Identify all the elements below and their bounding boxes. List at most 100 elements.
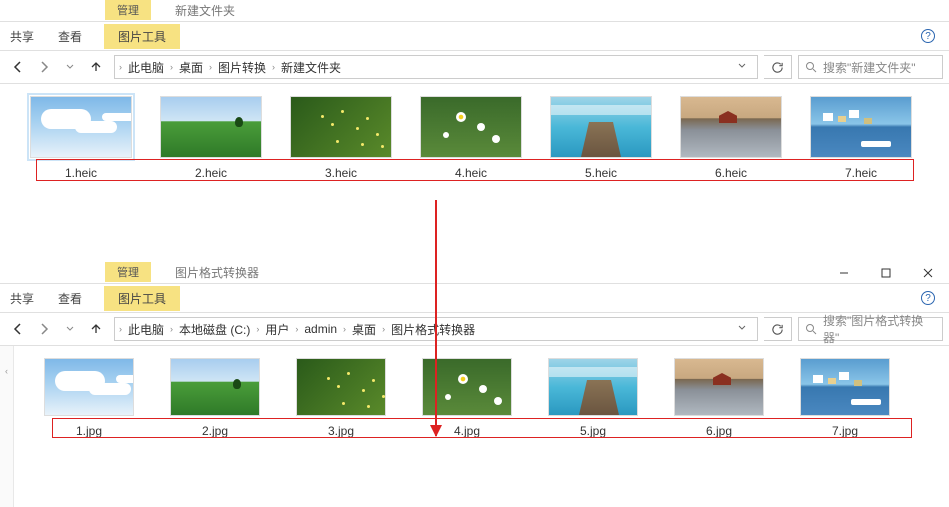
breadcrumb-segment[interactable]: 桌面 [175,57,207,78]
back-button[interactable] [6,317,30,341]
file-item[interactable]: 3.heic [290,96,392,180]
breadcrumb-segment[interactable]: 桌面 [348,319,380,340]
breadcrumb-segment[interactable]: 图片格式转换器 [387,319,479,340]
up-button[interactable] [84,55,108,79]
file-grid[interactable]: 1.heic 2.heic 3.heic 4.heic 5.heic 6.heic 7.he… [0,84,949,250]
file-item[interactable]: 2.jpg [170,358,260,438]
close-button[interactable] [907,262,949,284]
explorer-window-1: 管理 新建文件夹 共享 查看 图片工具 ? › 此电脑 › 桌面 › 图片转换 … [0,0,949,250]
file-name-label: 3.jpg [328,424,354,438]
chevron-right-icon[interactable]: › [209,62,212,72]
chevron-right-icon[interactable]: › [272,62,275,72]
thumbnail [160,96,262,158]
minimize-button[interactable] [823,262,865,284]
chevron-right-icon[interactable]: › [119,62,122,72]
breadcrumb-segment[interactable]: 用户 [261,319,293,340]
file-item[interactable]: 6.heic [680,96,782,180]
breadcrumb-segment[interactable]: 新建文件夹 [277,57,345,78]
file-name-label: 7.heic [845,166,877,180]
file-item[interactable]: 1.heic [30,96,132,180]
window-controls [823,262,949,284]
thumbnail [296,358,386,416]
chevron-right-icon[interactable]: › [170,324,173,334]
maximize-button[interactable] [865,262,907,284]
file-name-label: 2.jpg [202,424,228,438]
file-item[interactable]: 5.heic [550,96,652,180]
breadcrumb-bar[interactable]: › 此电脑 › 本地磁盘 (C:) › 用户 › admin › 桌面 › 图片… [114,317,758,341]
forward-button[interactable] [32,55,56,79]
chevron-right-icon[interactable]: › [382,324,385,334]
explorer-window-2: 管理 图片格式转换器 共享 查看 图片工具 ? › 此电脑 › 本地磁盘 (C:… [0,262,949,507]
file-name-label: 4.jpg [454,424,480,438]
title-bar: 管理 新建文件夹 [0,0,949,22]
title-bar: 管理 图片格式转换器 [0,262,949,284]
thumbnail [550,96,652,158]
file-item[interactable]: 1.jpg [44,358,134,438]
file-item[interactable]: 7.heic [810,96,912,180]
help-icon[interactable]: ? [921,291,935,305]
breadcrumb-bar[interactable]: › 此电脑 › 桌面 › 图片转换 › 新建文件夹 [114,55,758,79]
breadcrumb-segment[interactable]: admin [300,320,341,338]
file-name-label: 2.heic [195,166,227,180]
ribbon-tabs: 共享 查看 图片工具 ? [0,22,949,50]
search-placeholder: 搜索"图片格式转换器" [823,312,936,346]
file-name-label: 6.heic [715,166,747,180]
window-title: 图片格式转换器 [175,264,259,281]
path-dropdown-icon[interactable] [731,322,753,336]
thumbnail [674,358,764,416]
thumbnail [44,358,134,416]
thumbnail [800,358,890,416]
file-item[interactable]: 4.heic [420,96,522,180]
thumbnail [170,358,260,416]
file-name-label: 4.heic [455,166,487,180]
tab-picture-tools[interactable]: 图片工具 [104,286,180,311]
refresh-button[interactable] [764,317,792,341]
search-icon [805,61,817,73]
tab-share[interactable]: 共享 [8,24,36,49]
breadcrumb-segment[interactable]: 本地磁盘 (C:) [175,319,254,340]
chevron-right-icon[interactable]: › [119,324,122,334]
file-grid[interactable]: 1.jpg 2.jpg 3.jpg 4.jpg 5.jpg 6.jpg 7.jpg [14,346,949,507]
thumbnail [810,96,912,158]
search-placeholder: 搜索"新建文件夹" [823,59,916,76]
back-button[interactable] [6,55,30,79]
tab-view[interactable]: 查看 [56,286,84,311]
ribbon-tabs: 共享 查看 图片工具 ? [0,284,949,312]
breadcrumb-segment[interactable]: 此电脑 [124,319,168,340]
tab-picture-tools[interactable]: 图片工具 [104,24,180,49]
chevron-right-icon[interactable]: › [170,62,173,72]
file-name-label: 3.heic [325,166,357,180]
file-name-label: 6.jpg [706,424,732,438]
file-item[interactable]: 7.jpg [800,358,890,438]
help-icon[interactable]: ? [921,29,935,43]
file-item[interactable]: 4.jpg [422,358,512,438]
address-bar-row: › 此电脑 › 桌面 › 图片转换 › 新建文件夹 搜索"新建文件夹" [0,50,949,84]
search-box[interactable]: 搜索"图片格式转换器" [798,317,943,341]
up-button[interactable] [84,317,108,341]
nav-buttons [6,317,108,341]
file-item[interactable]: 2.heic [160,96,262,180]
file-name-label: 5.heic [585,166,617,180]
search-box[interactable]: 搜索"新建文件夹" [798,55,943,79]
thumbnail [548,358,638,416]
window-title: 新建文件夹 [175,2,235,19]
forward-button[interactable] [32,317,56,341]
file-item[interactable]: 3.jpg [296,358,386,438]
file-item[interactable]: 6.jpg [674,358,764,438]
recent-dropdown-icon[interactable] [58,55,82,79]
breadcrumb-segment[interactable]: 此电脑 [124,57,168,78]
path-dropdown-icon[interactable] [731,60,753,74]
recent-dropdown-icon[interactable] [58,317,82,341]
tab-share[interactable]: 共享 [8,286,36,311]
chevron-right-icon[interactable]: › [256,324,259,334]
chevron-right-icon[interactable]: › [295,324,298,334]
breadcrumb-segment[interactable]: 图片转换 [214,57,270,78]
chevron-right-icon[interactable]: › [343,324,346,334]
refresh-button[interactable] [764,55,792,79]
file-item[interactable]: 5.jpg [548,358,638,438]
contextual-tab-label: 管理 [105,262,151,282]
nav-pane-collapsed[interactable]: ‹ [0,346,14,507]
tab-view[interactable]: 查看 [56,24,84,49]
thumbnail [420,96,522,158]
address-bar-row: › 此电脑 › 本地磁盘 (C:) › 用户 › admin › 桌面 › 图片… [0,312,949,346]
